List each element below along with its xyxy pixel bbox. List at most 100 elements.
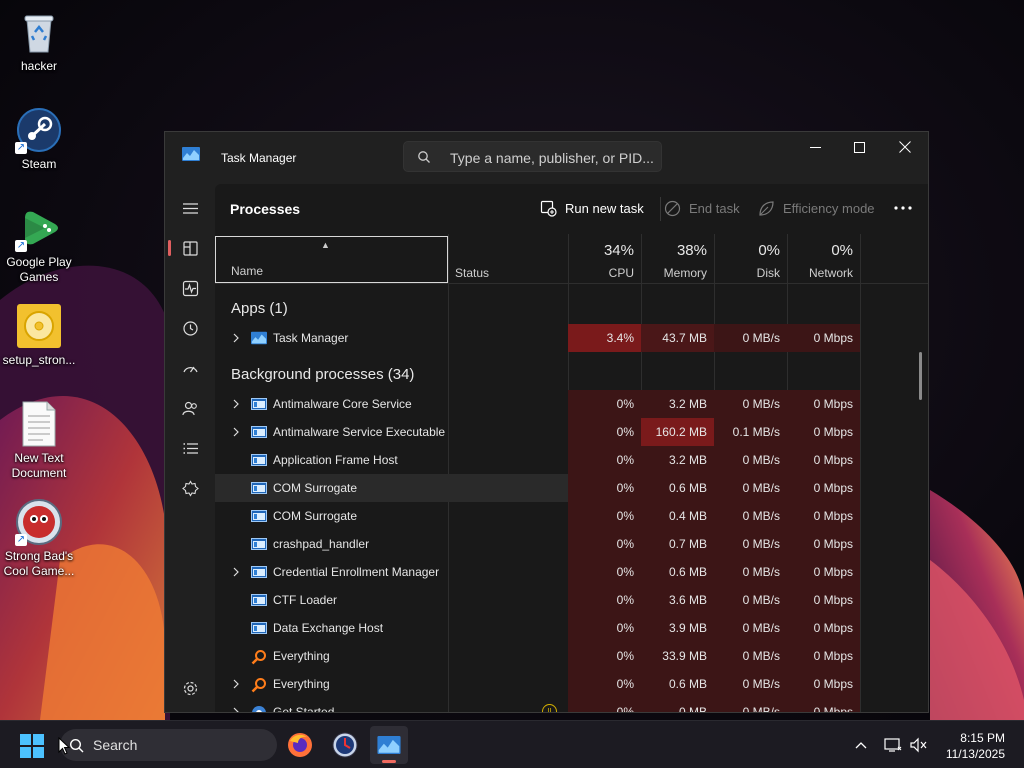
scrollbar-thumb[interactable] bbox=[919, 352, 922, 400]
desktop-icon-steam[interactable]: ↗ Steam bbox=[0, 106, 78, 172]
network-total: 0% bbox=[831, 242, 853, 259]
service-window-icon bbox=[251, 537, 267, 551]
nav-app-history[interactable] bbox=[174, 312, 206, 344]
disk-value: 0 MB/s bbox=[714, 390, 787, 418]
chevron-right-icon[interactable] bbox=[231, 678, 241, 689]
table-row[interactable]: Application Frame Host 0% 3.2 MB 0 MB/s 0 Mb… bbox=[215, 446, 860, 474]
table-row[interactable]: Antimalware Core Service 0% 3.2 MB 0 MB/s 0 … bbox=[215, 390, 860, 418]
taskbar-search-label: Search bbox=[93, 737, 138, 753]
magnifier-app-icon bbox=[251, 649, 267, 665]
volume-button[interactable] bbox=[909, 735, 929, 755]
cpu-value: 0% bbox=[568, 418, 641, 446]
services-icon bbox=[181, 479, 199, 497]
nav-processes[interactable] bbox=[168, 232, 206, 264]
taskbar-app-firefox[interactable] bbox=[281, 726, 319, 764]
system-clock[interactable]: 8:15 PM 11/13/2025 bbox=[946, 730, 1005, 762]
settings-icon bbox=[183, 681, 197, 695]
more-horizontal-icon bbox=[894, 206, 912, 210]
chevron-right-icon[interactable] bbox=[231, 332, 241, 343]
details-icon bbox=[183, 442, 198, 454]
column-header-status[interactable]: Status bbox=[448, 234, 568, 284]
memory-value: 33.9 MB bbox=[641, 642, 714, 670]
efficiency-mode-button[interactable]: Efficiency mode bbox=[758, 200, 875, 217]
nav-performance[interactable] bbox=[174, 272, 206, 304]
run-new-task-button[interactable]: Run new task bbox=[540, 200, 644, 217]
start-button[interactable] bbox=[20, 734, 44, 758]
column-header-cpu[interactable]: 34% CPU bbox=[568, 234, 641, 284]
page-title: Processes bbox=[230, 201, 301, 217]
network-value: 0 Mbps bbox=[787, 324, 860, 352]
memory-value: 0.6 MB bbox=[641, 558, 714, 586]
nav-users[interactable] bbox=[174, 392, 206, 424]
mouse-cursor-icon bbox=[58, 737, 70, 755]
group-cell bbox=[787, 288, 860, 324]
desktop-icon-google-play-games[interactable]: ↗ Google Play Games bbox=[0, 204, 78, 285]
nav-services[interactable] bbox=[174, 472, 206, 504]
table-row[interactable]: Antimalware Service Executable 0% 160.2 MB… bbox=[215, 418, 860, 446]
magnifier-app-icon bbox=[251, 677, 267, 693]
column-header-network[interactable]: 0% Network bbox=[787, 234, 860, 284]
disk-value: 0.1 MB/s bbox=[714, 418, 787, 446]
close-button[interactable] bbox=[882, 132, 928, 162]
minimize-button[interactable] bbox=[792, 132, 838, 162]
network-status-button[interactable] bbox=[883, 735, 903, 755]
process-name: COM Surrogate bbox=[273, 509, 358, 523]
table-row[interactable]: Data Exchange Host 0% 3.9 MB 0 MB/s 0 Mbps bbox=[215, 614, 860, 642]
taskbar-app-task-manager[interactable] bbox=[370, 726, 408, 764]
taskbar-app-clock[interactable] bbox=[326, 726, 364, 764]
table-row[interactable]: Task Manager 3.4% 43.7 MB 0 MB/s 0 Mbps bbox=[215, 324, 860, 352]
sort-ascending-icon: ▲ bbox=[321, 240, 330, 250]
taskbar: Search 8:15 PM 11/13/2025 bbox=[0, 720, 1024, 768]
hamburger-menu-button[interactable] bbox=[174, 192, 206, 224]
nav-details[interactable] bbox=[174, 432, 206, 464]
process-name: Antimalware Core Service bbox=[273, 397, 412, 411]
desktop-icon-strong-bad-game[interactable]: ↗ Strong Bad's Cool Game... bbox=[0, 498, 78, 579]
desktop-icon-label: Google Play Games bbox=[6, 255, 72, 284]
window-title: Task Manager bbox=[221, 151, 297, 165]
desktop-icon-recycle-bin[interactable]: hacker bbox=[0, 8, 78, 74]
chevron-right-icon[interactable] bbox=[231, 706, 241, 712]
nav-startup-apps[interactable] bbox=[174, 352, 206, 384]
chevron-right-icon[interactable] bbox=[231, 426, 241, 437]
cpu-value: 0% bbox=[568, 698, 641, 712]
maximize-button[interactable] bbox=[836, 132, 882, 162]
disk-value: 0 MB/s bbox=[714, 586, 787, 614]
network-value: 0 Mbps bbox=[787, 530, 860, 558]
processes-icon bbox=[182, 240, 198, 256]
table-row[interactable]: COM Surrogate 0% 0.6 MB 0 MB/s 0 Mbps bbox=[215, 474, 860, 502]
nav-settings[interactable] bbox=[174, 672, 206, 704]
chevron-right-icon[interactable] bbox=[231, 566, 241, 577]
memory-value: 0.7 MB bbox=[641, 530, 714, 558]
column-header-disk[interactable]: 0% Disk bbox=[714, 234, 787, 284]
maximize-icon bbox=[853, 141, 865, 153]
table-row[interactable]: CTF Loader 0% 3.6 MB 0 MB/s 0 Mbps bbox=[215, 586, 860, 614]
column-header-name[interactable]: ▲ Name bbox=[215, 236, 448, 283]
search-input[interactable]: Type a name, publisher, or PID... bbox=[403, 141, 662, 172]
desktop-icon-new-text-document[interactable]: New Text Document bbox=[0, 400, 78, 481]
disk-value: 0 MB/s bbox=[714, 642, 787, 670]
show-hidden-icons-button[interactable] bbox=[851, 735, 871, 755]
memory-value: 43.7 MB bbox=[641, 324, 714, 352]
more-options-button[interactable] bbox=[892, 198, 914, 218]
command-separator bbox=[660, 197, 661, 221]
minimize-icon bbox=[809, 146, 821, 148]
table-row[interactable]: Everything 0% 0.6 MB 0 MB/s 0 Mbps bbox=[215, 670, 860, 698]
column-header-memory[interactable]: 38% Memory bbox=[641, 234, 714, 284]
desktop-icon-label: hacker bbox=[20, 59, 58, 73]
table-row[interactable]: Get Started II 0% 0 MB 0 MB/s 0 Mbps bbox=[215, 698, 860, 712]
desktop-icon-setup[interactable]: setup_stron... bbox=[0, 302, 78, 368]
memory-value: 160.2 MB bbox=[641, 418, 714, 446]
close-icon bbox=[899, 141, 911, 153]
chevron-right-icon[interactable] bbox=[231, 398, 241, 409]
cpu-value: 0% bbox=[568, 642, 641, 670]
title-bar[interactable]: Task Manager Type a name, publisher, or … bbox=[165, 132, 928, 184]
table-row[interactable]: COM Surrogate 0% 0.4 MB 0 MB/s 0 Mbps bbox=[215, 502, 860, 530]
table-row[interactable]: Credential Enrollment Manager 0% 0.6 MB 0 M… bbox=[215, 558, 860, 586]
end-task-button[interactable]: End task bbox=[664, 200, 740, 217]
clock-date: 11/13/2025 bbox=[945, 747, 1005, 761]
table-row[interactable]: Everything 0% 33.9 MB 0 MB/s 0 Mbps bbox=[215, 642, 860, 670]
network-value: 0 Mbps bbox=[787, 614, 860, 642]
run-new-task-icon bbox=[540, 200, 557, 217]
taskbar-search-box[interactable]: Search bbox=[60, 729, 277, 761]
table-row[interactable]: crashpad_handler 0% 0.7 MB 0 MB/s 0 Mbps bbox=[215, 530, 860, 558]
